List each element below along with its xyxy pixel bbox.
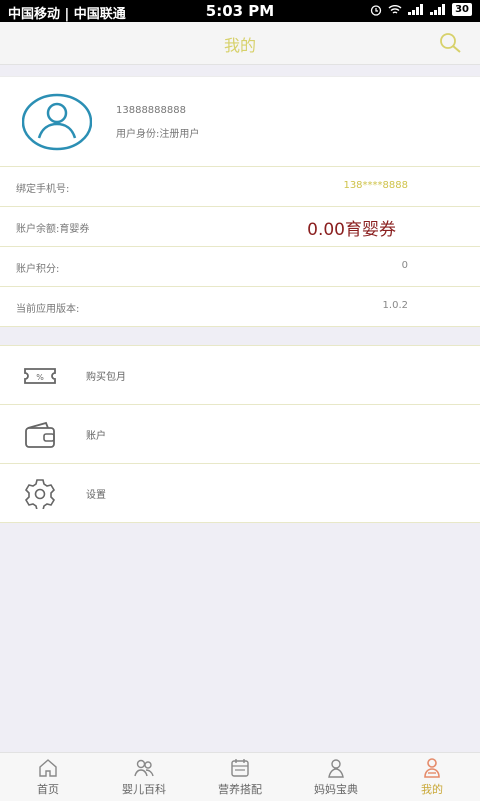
menu-label: 账户 xyxy=(86,431,106,442)
tab-nutrition[interactable]: 营养搭配 xyxy=(192,753,288,801)
profile-identity: 用户身份:注册用户 xyxy=(116,129,200,140)
info-label: 绑定手机号: xyxy=(16,184,70,195)
info-row-phone: 绑定手机号: 138****8888 xyxy=(0,166,480,206)
battery-level: 30 xyxy=(452,3,472,16)
info-label: 当前应用版本: xyxy=(16,304,80,315)
signal-icon-2 xyxy=(430,4,446,15)
page-title: 我的 xyxy=(223,36,256,55)
people-icon xyxy=(134,759,154,777)
home-icon xyxy=(39,759,57,777)
menu-label: 设置 xyxy=(86,490,106,501)
search-icon[interactable] xyxy=(438,31,462,55)
wallet-icon xyxy=(25,421,55,448)
coupon-icon: % xyxy=(24,368,56,384)
bottom-tab-bar: 首页 婴儿百科 营养搭配 妈妈宝典 我的 xyxy=(0,752,480,801)
info-label: 账户积分: xyxy=(16,264,60,275)
avatar[interactable] xyxy=(22,93,92,151)
tab-baby-encyclopedia[interactable]: 婴儿百科 xyxy=(96,753,192,801)
info-label: 账户余额:育婴券 xyxy=(16,224,90,235)
status-bar: 中国移动 | 中国联通 5:03 PM 30 xyxy=(0,0,480,22)
user-icon xyxy=(328,759,344,778)
menu-item-monthly[interactable]: % 购买包月 xyxy=(0,345,480,404)
tab-label: 营养搭配 xyxy=(218,783,262,796)
tab-home[interactable]: 首页 xyxy=(0,753,96,801)
calendar-icon xyxy=(231,759,249,777)
signal-icon xyxy=(408,4,424,15)
wifi-icon xyxy=(388,5,402,14)
info-value: 138****8888 xyxy=(343,180,408,191)
info-row-points: 账户积分: 0 xyxy=(0,246,480,286)
info-value: 0 xyxy=(401,260,408,271)
gear-icon xyxy=(24,479,56,509)
profile-phone: 13888888888 xyxy=(116,105,186,116)
menu-item-account[interactable]: 账户 xyxy=(0,404,480,463)
profile-icon xyxy=(424,758,440,778)
tab-label: 妈妈宝典 xyxy=(314,783,358,796)
tab-mine[interactable]: 我的 xyxy=(384,753,480,801)
info-row-balance: 账户余额:育婴券 0.00育婴券 xyxy=(0,206,480,246)
header-bar: 我的 xyxy=(0,22,480,65)
menu-item-settings[interactable]: 设置 xyxy=(0,463,480,523)
info-value: 1.0.2 xyxy=(382,300,408,311)
info-row-version: 当前应用版本: 1.0.2 xyxy=(0,286,480,327)
profile-card[interactable]: 13888888888 用户身份:注册用户 xyxy=(0,76,480,167)
alarm-icon xyxy=(370,4,382,16)
tab-mom-guide[interactable]: 妈妈宝典 xyxy=(288,753,384,801)
tab-label: 首页 xyxy=(37,783,59,796)
tab-label: 婴儿百科 xyxy=(122,783,166,796)
tab-label: 我的 xyxy=(421,783,443,796)
svg-text:%: % xyxy=(36,373,44,382)
menu-label: 购买包月 xyxy=(86,372,126,383)
status-icons: 30 xyxy=(370,3,472,16)
balance-value: 0.00育婴券 xyxy=(307,220,396,240)
